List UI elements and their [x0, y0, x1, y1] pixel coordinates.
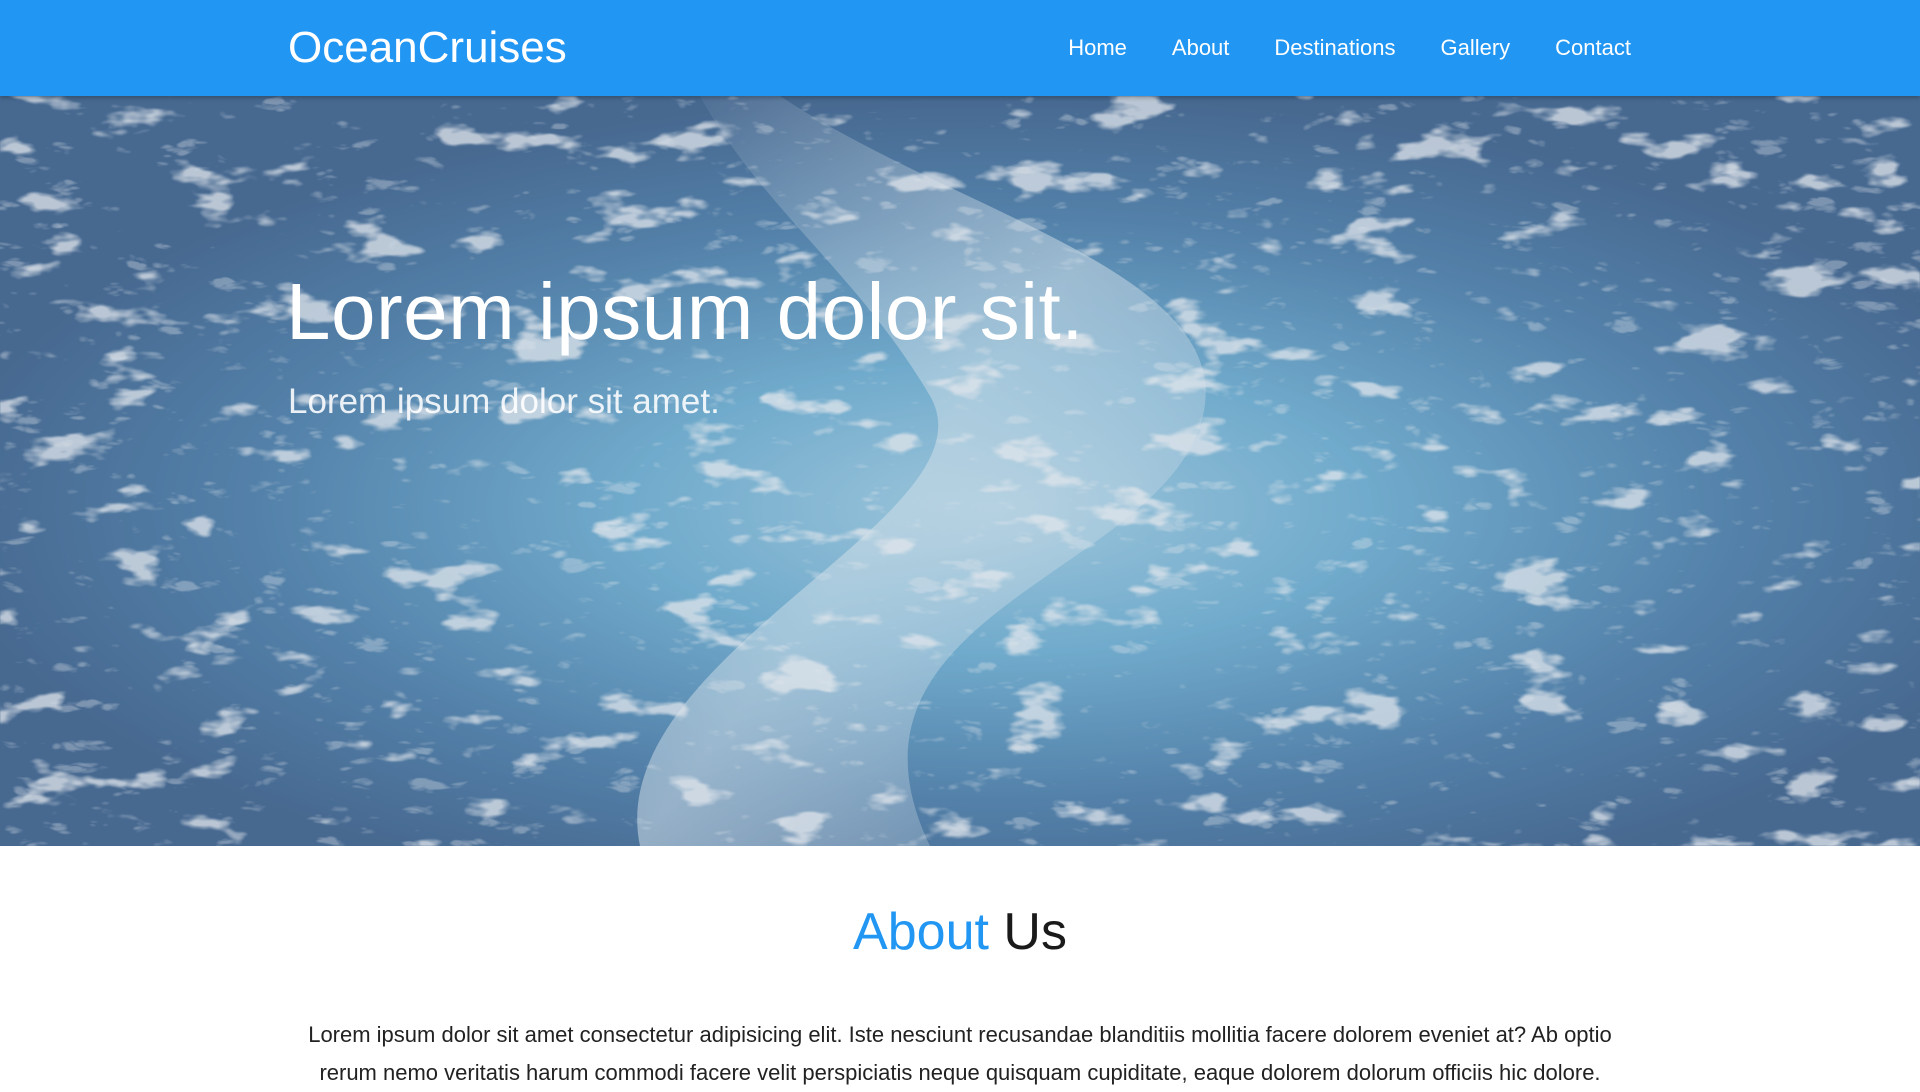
hero-title: Lorem ipsum dolor sit. — [286, 267, 1084, 356]
nav-links: Home About Destinations Gallery Contact — [1023, 0, 1631, 96]
nav-item-about: About — [1172, 35, 1230, 61]
nav-link-contact[interactable]: Contact — [1555, 35, 1631, 60]
nav-item-gallery: Gallery — [1440, 35, 1510, 61]
nav-link-gallery[interactable]: Gallery — [1440, 35, 1510, 60]
about-section: About Us Lorem ipsum dolor sit amet cons… — [0, 846, 1920, 1085]
nav-item-contact: Contact — [1555, 35, 1631, 61]
nav-link-about[interactable]: About — [1172, 35, 1230, 60]
nav-link-home[interactable]: Home — [1068, 35, 1127, 60]
hero-subtitle: Lorem ipsum dolor sit amet. — [288, 382, 720, 421]
nav-item-destinations: Destinations — [1274, 35, 1395, 61]
nav-link-destinations[interactable]: Destinations — [1274, 35, 1395, 60]
about-heading: About Us — [0, 902, 1920, 962]
about-paragraph: Lorem ipsum dolor sit amet consectetur a… — [308, 1022, 1612, 1085]
nav-item-home: Home — [1068, 35, 1127, 61]
hero-section: Lorem ipsum dolor sit. Lorem ipsum dolor… — [0, 96, 1920, 846]
hero-overlay — [0, 96, 1920, 846]
brand-logo-link[interactable]: OceanCruises — [288, 23, 567, 73]
top-navbar: OceanCruises Home About Destinations Gal… — [0, 0, 1920, 96]
about-heading-accent: About — [853, 903, 989, 961]
about-heading-rest: Us — [1003, 903, 1067, 961]
